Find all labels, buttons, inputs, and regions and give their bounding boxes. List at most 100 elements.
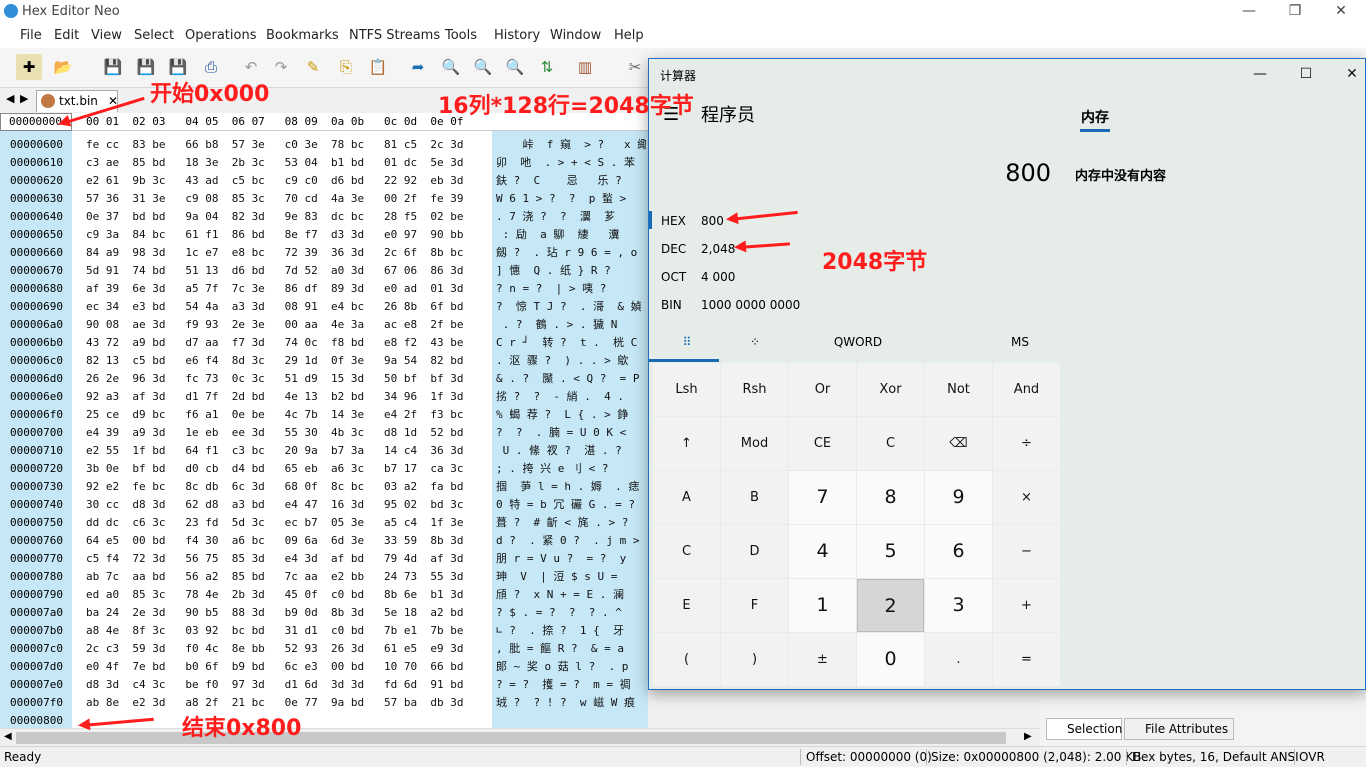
row-hex-bytes[interactable]: e2 61 9b 3c 43 ad c5 bc c9 c0 d6 bd 22 9… [86, 172, 464, 190]
row-text[interactable]: 鈇 ? C 忌 乐 ? [496, 172, 646, 190]
row-text[interactable]: 朋 r = V u ? = ? y [496, 550, 646, 568]
row-hex-bytes[interactable]: e4 39 a9 3d 1e eb ee 3d 55 30 4b 3c d8 1… [86, 424, 464, 442]
row-hex-bytes[interactable]: 90 08 ae 3d f9 93 2e 3e 00 aa 4e 3a ac e… [86, 316, 464, 334]
calc-minimize-button[interactable]: — [1237, 63, 1283, 87]
key-13[interactable]: B [721, 471, 788, 524]
calc-close-button[interactable]: ✕ [1329, 63, 1366, 87]
paste-icon[interactable]: 📋 [365, 54, 391, 80]
row-hex-bytes[interactable]: 64 e5 00 bd f4 30 a6 bc 09 6a 6d 3e 33 5… [86, 532, 464, 550]
menu-help[interactable]: Help [614, 28, 644, 43]
copy-icon[interactable]: ⎘ [333, 54, 359, 80]
base-label-dec[interactable]: DEC [661, 242, 686, 256]
base-label-oct[interactable]: OCT [661, 270, 686, 284]
menu-window[interactable]: Window [550, 28, 601, 43]
edit-icon[interactable]: ✎ [300, 54, 326, 80]
row-text[interactable]: . 7 浇 ? ? 瀷 芗 [496, 208, 646, 226]
menu-operations[interactable]: Operations [185, 28, 256, 43]
base-label-hex[interactable]: HEX [661, 214, 686, 228]
row-text[interactable]: . 沤 骤 ? ) . . > 歍 [496, 352, 646, 370]
row-text[interactable]: U . 絛 衩 ? 湛 . ? [496, 442, 646, 460]
row-hex-bytes[interactable]: 30 cc d8 3d 62 d8 a3 bd e4 47 16 3d 95 0… [86, 496, 464, 514]
row-hex-bytes[interactable]: 2c c3 59 3d f0 4c 8e bb 52 93 26 3d 61 e… [86, 640, 464, 658]
restore-button[interactable]: ❐ [1272, 0, 1318, 24]
key-19[interactable]: D [721, 525, 788, 578]
row-hex-bytes[interactable]: 43 72 a9 bd d7 aa f7 3d 74 0c f8 bd e8 f… [86, 334, 464, 352]
row-text[interactable]: ? = ? 擭 = ? m = 禂 [496, 676, 646, 694]
tab-scroll-left-icon[interactable]: ◀ [6, 92, 14, 105]
menu-view[interactable]: View [91, 28, 122, 43]
row-text[interactable]: 珬 ? ? ! ? w 嵫 W 痕 [496, 694, 646, 712]
word-size-button[interactable]: QWORD [825, 335, 891, 349]
row-hex-bytes[interactable]: 3b 0e bf bd d0 cb d4 bd 65 eb a6 3c b7 1… [86, 460, 464, 478]
row-text[interactable]: 郞 ~ 奖 o 菇 l ? . p [496, 658, 646, 676]
key-12[interactable]: A [653, 471, 720, 524]
full-keypad-tab[interactable]: ⠿ [675, 335, 699, 349]
key-1[interactable]: Rsh [721, 363, 788, 416]
horizontal-scrollbar[interactable]: ◀ ▶ [0, 728, 1040, 746]
scroll-thumb[interactable] [16, 732, 1006, 744]
row-text[interactable]: d ? . 紧 0 ? . j m > [496, 532, 646, 550]
key-28[interactable]: 3 [925, 579, 992, 632]
row-text[interactable]: 挘 ? ? - 綃 . 4 . [496, 388, 646, 406]
row-hex-bytes[interactable]: 25 ce d9 bc f6 a1 0e be 4c 7b 14 3e e4 2… [86, 406, 464, 424]
row-hex-bytes[interactable]: ba 24 2e 3d 90 b5 88 3d b9 0d 8b 3d 5e 1… [86, 604, 464, 622]
key-0[interactable]: Lsh [653, 363, 720, 416]
row-hex-bytes[interactable]: e0 4f 7e bd b0 6f b9 bd 6c e3 00 bd 10 7… [86, 658, 464, 676]
bookmark-icon[interactable]: ▥ [572, 54, 598, 80]
row-text[interactable]: ? $ . = ? ? ? . ^ [496, 604, 646, 622]
row-text[interactable]: 0 特 = b 冗 礹 G . = ? [496, 496, 646, 514]
key-14[interactable]: 7 [789, 471, 856, 524]
row-text[interactable]: ? ? . 腩 = U 0 K < [496, 424, 646, 442]
find-prev-icon[interactable]: 🔍 [502, 54, 528, 80]
key-8[interactable]: CE [789, 417, 856, 470]
tab-scroll-right-icon[interactable]: ▶ [20, 92, 28, 105]
row-hex-bytes[interactable]: fe cc 83 be 66 b8 57 3e c0 3e 78 bc 81 c… [86, 136, 464, 154]
row-hex-bytes[interactable]: 92 a3 af 3d d1 7f 2d bd 4e 13 b2 bd 34 9… [86, 388, 464, 406]
row-text[interactable]: C r ┘ 转 ? t . 桄 C [496, 334, 646, 352]
key-2[interactable]: Or [789, 363, 856, 416]
bit-toggle-tab[interactable]: ⁘ [743, 335, 767, 349]
row-hex-bytes[interactable]: c9 3a 84 bc 61 f1 86 bd 8e f7 d3 3d e0 9… [86, 226, 464, 244]
row-text[interactable]: % 蝎 荐 ? L { . > 錚 [496, 406, 646, 424]
key-23[interactable]: − [993, 525, 1060, 578]
row-text[interactable]: ; . 挎 兴 e 刂 < ? [496, 460, 646, 478]
key-35[interactable]: = [993, 633, 1060, 686]
row-text[interactable]: ? 惊 T J ? . 滒 & 媜 [496, 298, 646, 316]
key-31[interactable]: ) [721, 633, 788, 686]
save-icon[interactable]: 💾 [100, 54, 126, 80]
row-text[interactable]: 葺 ? # 齗 < 旄 . > ? [496, 514, 646, 532]
key-27[interactable]: 2 [857, 579, 924, 632]
row-hex-bytes[interactable]: dd dc c6 3c 23 fd 5d 3c ec b7 05 3e a5 c… [86, 514, 464, 532]
key-18[interactable]: C [653, 525, 720, 578]
row-hex-bytes[interactable]: af 39 6e 3d a5 7f 7c 3e 86 df 89 3d e0 a… [86, 280, 464, 298]
new-file-icon[interactable]: ✚ [16, 54, 42, 80]
row-text[interactable]: ∟ ? . 捺 ? 1 { 牙 [496, 622, 646, 640]
key-7[interactable]: Mod [721, 417, 788, 470]
key-34[interactable]: . [925, 633, 992, 686]
key-4[interactable]: Not [925, 363, 992, 416]
menu-select[interactable]: Select [134, 28, 174, 43]
key-29[interactable]: + [993, 579, 1060, 632]
minimize-button[interactable]: — [1226, 0, 1272, 24]
hex-bytes-pane[interactable]: fe cc 83 be 66 b8 57 3e c0 3e 78 bc 81 c… [72, 131, 492, 728]
row-hex-bytes[interactable]: 92 e2 fe bc 8c db 6c 3d 68 0f 8c bc 03 a… [86, 478, 464, 496]
key-33[interactable]: 0 [857, 633, 924, 686]
key-11[interactable]: ÷ [993, 417, 1060, 470]
row-hex-bytes[interactable]: 84 a9 98 3d 1c e7 e8 bc 72 39 36 3d 2c 6… [86, 244, 464, 262]
key-16[interactable]: 9 [925, 471, 992, 524]
menu-file[interactable]: File [20, 28, 42, 43]
menu-edit[interactable]: Edit [54, 28, 79, 43]
scroll-left-icon[interactable]: ◀ [4, 731, 12, 742]
row-text[interactable]: 掴 芛 l = h . 媷 . 痣 [496, 478, 646, 496]
key-17[interactable]: × [993, 471, 1060, 524]
find-next-icon[interactable]: 🔍 [470, 54, 496, 80]
key-15[interactable]: 8 [857, 471, 924, 524]
row-hex-bytes[interactable]: e2 55 1f bd 64 f1 c3 bc 20 9a b7 3a 14 c… [86, 442, 464, 460]
tab-file-attributes[interactable]: File Attributes [1124, 718, 1234, 740]
redo-icon[interactable]: ↷ [268, 54, 294, 80]
find-icon[interactable]: 🔍 [438, 54, 464, 80]
scroll-right-icon[interactable]: ▶ [1024, 731, 1032, 742]
row-text[interactable]: & . ? 黶 . < Q ? = P [496, 370, 646, 388]
key-25[interactable]: F [721, 579, 788, 632]
key-30[interactable]: ( [653, 633, 720, 686]
